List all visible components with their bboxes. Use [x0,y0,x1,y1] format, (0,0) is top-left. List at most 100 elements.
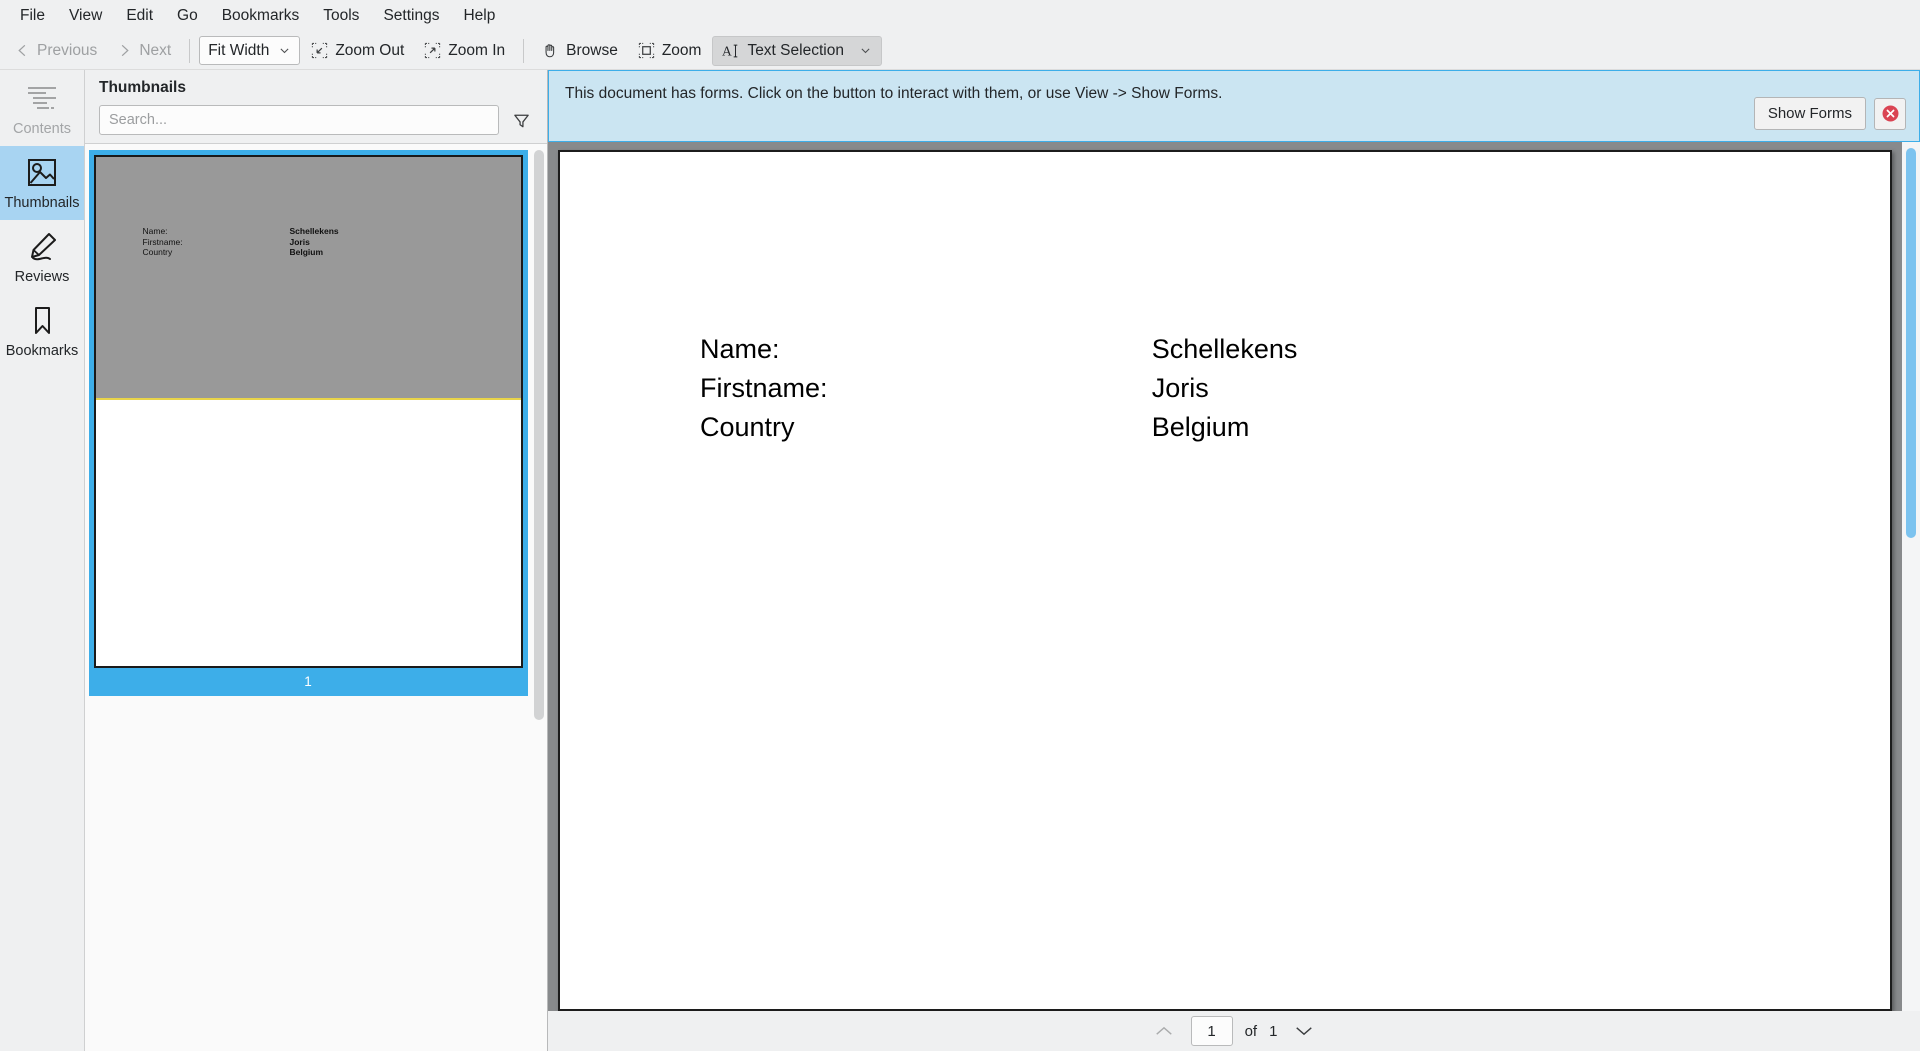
close-circle-icon [1881,104,1900,123]
thumbnail-value-country: Belgium [289,247,324,258]
document-scrollbar-thumb[interactable] [1906,148,1916,538]
thumbnail-preview-text: Name: Firstname: Country Schellekens Jor… [143,226,339,258]
pdf-label-firstname: Firstname: [700,372,828,403]
next-page-label: Next [139,41,172,59]
browse-tool-button[interactable]: Browse [533,36,627,66]
sidebar-item-reviews[interactable]: Reviews [0,220,84,294]
contents-icon [25,83,59,115]
text-selection-tool-button[interactable]: A Text Selection [712,35,882,66]
browse-tool-label: Browse [566,41,618,59]
document-viewer: This document has forms. Click on the bu… [548,70,1920,1051]
svg-text:A: A [722,43,732,58]
chevron-down-icon [1294,1024,1314,1038]
funnel-filter-icon [512,111,531,130]
chevron-down-icon [278,44,291,57]
thumbnail-value-firstname: Joris [289,236,310,247]
thumbnails-scrollbar[interactable] [531,144,547,1051]
zoom-in-button[interactable]: Zoom In [415,36,514,66]
toolbar-separator-1 [189,38,191,63]
document-scrollbar[interactable] [1902,142,1920,1011]
thumbnail-label-name: Name: [142,226,168,236]
thumbnail-preview-values: Schellekens Joris Belgium [290,226,339,258]
main-toolbar: Previous Next Fit Width Zoom Out Zoom In… [0,32,1920,70]
pdf-field-values: Schellekens Joris Belgium [1152,330,1400,447]
menu-view[interactable]: View [57,3,114,29]
sidebar-item-bookmarks-label: Bookmarks [5,343,79,359]
menu-file[interactable]: File [8,3,57,29]
zoom-in-label: Zoom In [448,41,506,59]
thumbnails-scrollbar-thumb[interactable] [534,150,544,720]
menu-bar: File View Edit Go Bookmarks Tools Settin… [0,0,1920,32]
pdf-viewer-window: File View Edit Go Bookmarks Tools Settin… [0,0,1920,1051]
bookmarks-icon [25,305,59,337]
thumbnail-label-country: Country [142,247,173,258]
zoom-level-value: Fit Width [208,41,270,59]
sidebar-item-contents-label: Contents [12,121,72,137]
zoom-out-icon [311,42,328,59]
thumbnail-preview-labels: Name: Firstname: Country [143,226,290,258]
zoom-tool-label: Zoom [661,41,702,59]
thumbnails-search-row [85,105,547,143]
zoom-select-icon [638,42,655,59]
zoom-out-label: Zoom Out [335,41,405,59]
previous-page-label: Previous [37,41,98,59]
sidebar-rail: Contents Thumbnails Reviews Bookmarks [0,70,85,1051]
reviews-icon [25,231,59,263]
page-canvas-area: Name: Firstname: Country Schellekens Jor… [548,142,1920,1011]
close-notification-button[interactable] [1874,97,1906,130]
page-canvas: Name: Firstname: Country Schellekens Jor… [548,142,1902,1011]
main-body: Contents Thumbnails Reviews Bookmarks Th… [0,70,1920,1051]
menu-bookmarks[interactable]: Bookmarks [210,3,312,29]
pdf-page[interactable]: Name: Firstname: Country Schellekens Jor… [558,150,1892,1011]
menu-tools[interactable]: Tools [311,3,371,29]
page-down-button[interactable] [1289,1018,1319,1044]
pdf-form-content: Name: Firstname: Country Schellekens Jor… [700,330,1400,447]
forms-notification-actions: Show Forms [1753,97,1919,141]
zoom-tool-button[interactable]: Zoom [629,36,711,66]
sidebar-item-thumbnails[interactable]: Thumbnails [0,146,84,220]
toolbar-separator-2 [523,38,525,63]
thumbnail-value-name: Schellekens [289,226,339,236]
pdf-value-firstname[interactable]: Joris [1152,369,1400,408]
filter-button[interactable] [509,108,533,132]
thumbnail-label-firstname: Firstname: [142,236,183,247]
page-of-label: of [1244,1022,1258,1040]
pdf-value-name[interactable]: Schellekens [1152,330,1400,369]
zoom-out-button[interactable]: Zoom Out [302,36,413,66]
chevron-right-icon [117,43,132,58]
pdf-label-name: Name: [700,334,780,364]
menu-edit[interactable]: Edit [114,3,165,29]
thumbnails-scroll-area: Name: Firstname: Country Schellekens Jor… [85,143,547,1051]
sidebar-item-bookmarks[interactable]: Bookmarks [0,294,84,368]
sidebar-item-reviews-label: Reviews [14,269,70,285]
sidebar-item-contents[interactable]: Contents [0,72,84,146]
chevron-left-icon [15,43,30,58]
sidebar-item-thumbnails-label: Thumbnails [4,195,80,211]
page-up-button[interactable] [1149,1018,1179,1044]
previous-page-button[interactable]: Previous [6,36,106,66]
text-cursor-icon: A [722,42,740,60]
forms-notification-bar: This document has forms. Click on the bu… [548,70,1920,142]
hand-icon [542,42,559,59]
zoom-in-icon [424,42,441,59]
menu-go[interactable]: Go [165,3,210,29]
pdf-label-country: Country [700,411,795,442]
zoom-level-select[interactable]: Fit Width [199,36,301,65]
thumbnails-panel-title: Thumbnails [99,79,186,96]
search-input[interactable] [99,105,499,135]
next-page-button[interactable]: Next [108,36,180,66]
pdf-value-country[interactable]: Belgium [1152,408,1400,447]
chevron-down-icon[interactable] [859,44,872,57]
menu-help[interactable]: Help [451,3,507,29]
current-page-input[interactable] [1190,1016,1233,1046]
thumbnail-item[interactable]: Name: Firstname: Country Schellekens Jor… [88,150,528,696]
thumbnail-viewport-indicator[interactable] [95,157,521,400]
thumbnail-page-preview[interactable]: Name: Firstname: Country Schellekens Jor… [93,155,523,668]
chevron-up-icon [1154,1024,1174,1038]
menu-settings[interactable]: Settings [371,3,451,29]
total-pages-label: 1 [1269,1022,1278,1040]
thumbnails-list: Name: Firstname: Country Schellekens Jor… [85,144,531,1051]
forms-notification-message: This document has forms. Click on the bu… [565,85,1223,102]
show-forms-button[interactable]: Show Forms [1753,97,1866,130]
thumbnails-icon [25,157,59,189]
